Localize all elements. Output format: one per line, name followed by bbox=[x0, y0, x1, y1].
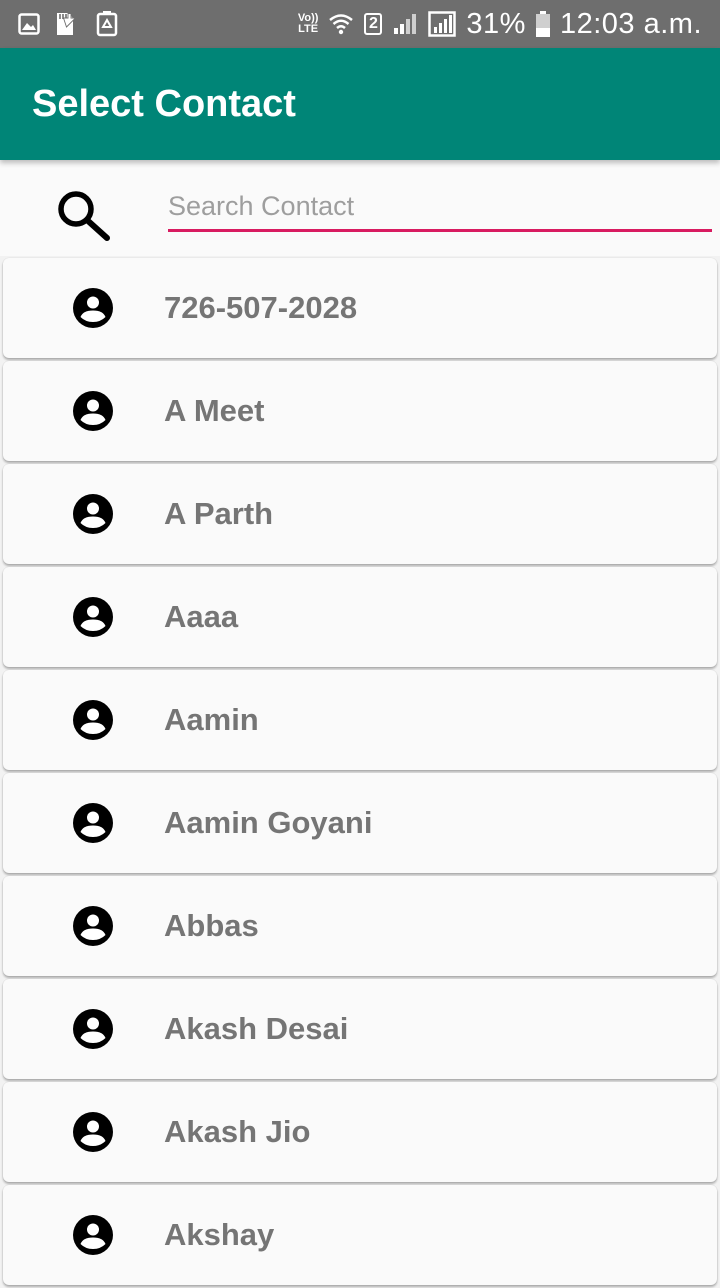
account-circle-icon bbox=[71, 801, 115, 845]
app-bar: Select Contact bbox=[0, 48, 720, 160]
account-circle-icon bbox=[71, 595, 115, 639]
contact-name: 726-507-2028 bbox=[164, 290, 358, 325]
contact-list-item[interactable]: 726-507-2028 bbox=[3, 258, 717, 358]
account-circle-icon bbox=[71, 389, 115, 433]
search-icon[interactable] bbox=[55, 188, 113, 242]
contact-list-item[interactable]: A Parth bbox=[3, 464, 717, 564]
account-circle-icon bbox=[71, 492, 115, 536]
contact-name: Abbas bbox=[164, 908, 259, 943]
volte-icon: Vo)) LTE bbox=[298, 13, 319, 35]
battery-icon bbox=[535, 11, 550, 37]
contact-list-item[interactable]: Abbas bbox=[3, 876, 717, 976]
notification-icons bbox=[18, 11, 118, 37]
account-circle-icon bbox=[71, 1110, 115, 1154]
contact-name: Akshay bbox=[164, 1217, 275, 1252]
contact-list-item[interactable]: A Meet bbox=[3, 361, 717, 461]
recycle-icon bbox=[96, 11, 118, 37]
account-circle-icon bbox=[71, 1007, 115, 1051]
volte-bottom-label: LTE bbox=[298, 23, 319, 35]
contact-list-item[interactable]: Aamin bbox=[3, 670, 717, 770]
contact-list-item[interactable]: Akash Jio bbox=[3, 1082, 717, 1182]
contact-list-item[interactable]: Akshay bbox=[3, 1185, 717, 1285]
clock: 12:03 a.m. bbox=[559, 8, 702, 40]
system-status: Vo)) LTE 2 31% 12:03 a.m. bbox=[298, 0, 702, 48]
contact-name: A Meet bbox=[164, 393, 265, 428]
contact-name: Akash Jio bbox=[164, 1114, 311, 1149]
contact-list-item[interactable]: Aaaa bbox=[3, 567, 717, 667]
battery-percent: 31% bbox=[466, 8, 526, 40]
sd-card-upload-icon bbox=[54, 11, 82, 37]
search-input[interactable] bbox=[168, 188, 712, 232]
account-circle-icon bbox=[71, 904, 115, 948]
contact-list-item[interactable]: Aamin Goyani bbox=[3, 773, 717, 873]
contact-name: Akash Desai bbox=[164, 1011, 349, 1046]
signal-icon-2 bbox=[428, 11, 457, 37]
contact-name: Aamin bbox=[164, 702, 259, 737]
status-bar: Vo)) LTE 2 31% 12:03 a.m. bbox=[0, 0, 720, 48]
contact-list: 726-507-2028 A Meet A Parth Aaaa Aamin Aamin … bbox=[0, 258, 720, 1288]
account-circle-icon bbox=[71, 698, 115, 742]
contact-name: Aaaa bbox=[164, 599, 239, 634]
page-title: Select Contact bbox=[32, 83, 296, 125]
signal-icon bbox=[392, 12, 418, 36]
account-circle-icon bbox=[71, 1213, 115, 1257]
contact-name: Aamin Goyani bbox=[164, 805, 373, 840]
sim-badge: 2 bbox=[364, 13, 383, 35]
contact-list-item[interactable]: Akash Desai bbox=[3, 979, 717, 1079]
contact-name: A Parth bbox=[164, 496, 274, 531]
account-circle-icon bbox=[71, 286, 115, 330]
search-row bbox=[0, 160, 720, 256]
gallery-icon bbox=[18, 13, 40, 35]
wifi-icon bbox=[328, 11, 354, 37]
